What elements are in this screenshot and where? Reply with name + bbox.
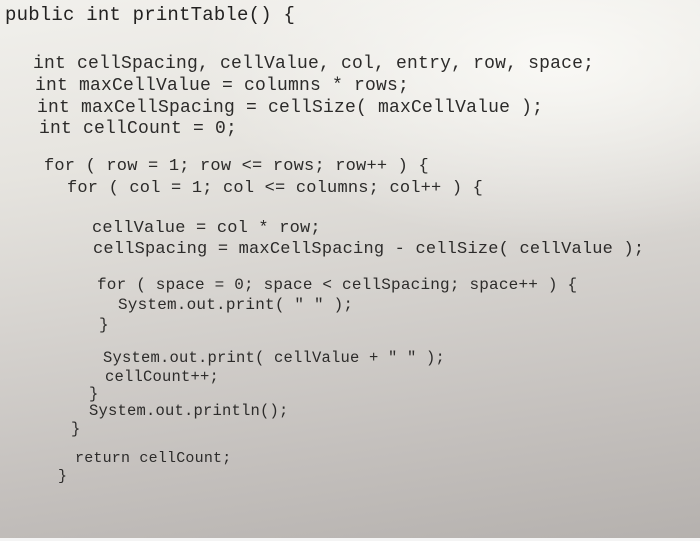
code-line-cell-spacing: cellSpacing = maxCellSpacing - cellSize(…: [93, 240, 645, 259]
code-line-for-col: for ( col = 1; col <= columns; col++ ) {: [67, 179, 484, 198]
code-line-close-brace-col: }: [89, 385, 99, 403]
code-line-cell-count-increment: cellCount++;: [105, 368, 220, 386]
code-line-return: return cellCount;: [75, 450, 232, 467]
code-line-max-cell-value: int maxCellValue = columns * rows;: [35, 76, 410, 96]
code-line-declarations: int cellSpacing, cellValue, col, entry, …: [33, 54, 595, 74]
code-line-max-cell-spacing: int maxCellSpacing = cellSize( maxCellVa…: [37, 98, 544, 118]
code-line-cell-value: cellValue = col * row;: [92, 219, 321, 238]
code-line-close-brace-space: }: [99, 316, 109, 334]
code-photo: public int printTable() { int cellSpacin…: [0, 0, 700, 538]
code-line-for-space: for ( space = 0; space < cellSpacing; sp…: [97, 276, 578, 294]
code-line-cell-count-init: int cellCount = 0;: [39, 119, 238, 139]
method-signature: public int printTable() {: [5, 4, 296, 26]
code-line-println: System.out.println();: [89, 402, 289, 420]
code-line-print-cell-value: System.out.print( cellValue + " " );: [103, 349, 446, 367]
code-line-close-brace-method: }: [58, 468, 68, 485]
code-line-for-row: for ( row = 1; row <= rows; row++ ) {: [44, 157, 429, 176]
code-line-print-space: System.out.print( " " );: [118, 296, 354, 314]
code-line-close-brace-row: }: [71, 420, 81, 438]
